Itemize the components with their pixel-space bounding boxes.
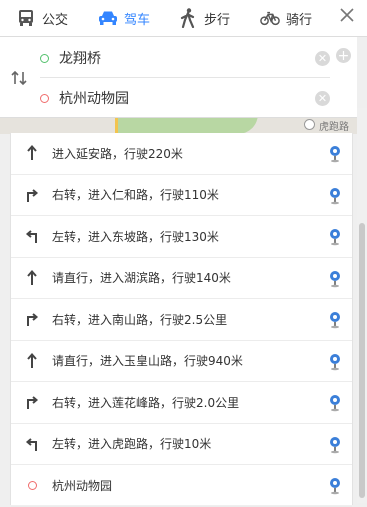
- tab-drive-label: 驾车: [124, 12, 151, 28]
- destination-icon: [22, 475, 42, 495]
- route-step-text: 左转，进入虎跑路，行驶10米: [52, 437, 212, 452]
- turn-left-icon: [22, 226, 42, 246]
- end-point-name: 杭州动物园: [59, 91, 129, 107]
- tab-walk[interactable]: 步行: [162, 0, 244, 36]
- turn-right-icon: [22, 309, 42, 329]
- map-road-label: 虎跑路: [319, 122, 349, 133]
- tab-walk-label: 步行: [204, 12, 231, 28]
- clear-icon: ✕: [317, 91, 328, 105]
- start-point-icon: [40, 53, 49, 63]
- route-step-text: 请直行，进入湖滨路，行驶140米: [52, 271, 231, 286]
- arrow-straight-icon: [22, 268, 42, 288]
- tab-bus-label: 公交: [42, 12, 69, 28]
- car-icon: [98, 8, 118, 28]
- plus-icon: +: [337, 47, 350, 64]
- close-button[interactable]: [337, 7, 357, 27]
- route-step-text: 右转，进入南山路，行驶2.5公里: [52, 312, 228, 327]
- route-step[interactable]: 请直行，进入湖滨路，行驶140米: [11, 258, 352, 299]
- route-step-text: 右转，进入仁和路，行驶110米: [52, 188, 219, 203]
- tab-bike[interactable]: 骑行: [244, 0, 330, 36]
- route-step[interactable]: 右转，进入莲花峰路，行驶2.0公里: [11, 382, 352, 424]
- turn-left-icon: [22, 434, 42, 454]
- turn-right-icon: [22, 392, 42, 412]
- swap-route-icon[interactable]: [10, 69, 28, 87]
- bike-icon: [260, 8, 280, 28]
- locate-on-map-icon[interactable]: [328, 435, 342, 455]
- route-step[interactable]: 左转，进入东坡路，行驶130米: [11, 216, 352, 258]
- locate-on-map-icon[interactable]: [328, 144, 342, 164]
- locate-on-map-icon[interactable]: [328, 269, 342, 289]
- route-step[interactable]: 进入延安路，行驶220米: [11, 133, 352, 175]
- scrollbar-thumb[interactable]: [359, 223, 365, 498]
- travel-mode-tabs: 公交 驾车 步行 骑行: [0, 0, 367, 37]
- route-step[interactable]: 左转，进入虎跑路，行驶10米: [11, 424, 352, 465]
- route-step-list: 进入延安路，行驶220米 右转，进入仁和路，行驶110米 左转，进入东坡路，行驶…: [10, 133, 353, 507]
- route-step-text: 进入延安路，行驶220米: [52, 146, 183, 161]
- clear-end-button[interactable]: ✕: [315, 90, 330, 106]
- arrow-straight-icon: [22, 351, 42, 371]
- walk-icon: [178, 8, 198, 28]
- end-point-icon: [40, 93, 49, 103]
- route-step-text: 请直行，进入玉皇山路，行驶940米: [52, 354, 243, 369]
- arrow-straight-icon: [22, 143, 42, 163]
- locate-on-map-icon[interactable]: [328, 310, 342, 330]
- route-step-text: 左转，进入东坡路，行驶130米: [52, 229, 219, 244]
- locate-on-map-icon[interactable]: [328, 352, 342, 372]
- tab-drive[interactable]: 驾车: [82, 0, 162, 36]
- tab-bike-label: 骑行: [286, 12, 313, 28]
- map-poi-marker: [304, 119, 315, 130]
- start-point-name: 龙翔桥: [59, 51, 101, 67]
- scrollbar[interactable]: [357, 108, 367, 503]
- bus-icon: [16, 8, 36, 28]
- close-icon: [339, 7, 355, 27]
- locate-on-map-icon[interactable]: [328, 227, 342, 247]
- turn-right-icon: [22, 185, 42, 205]
- route-step[interactable]: 请直行，进入玉皇山路，行驶940米: [11, 341, 352, 382]
- end-point-field[interactable]: 杭州动物园 ✕: [40, 79, 330, 117]
- locate-on-map-icon[interactable]: [328, 186, 342, 206]
- clear-icon: ✕: [317, 51, 328, 65]
- clear-start-button[interactable]: ✕: [315, 50, 330, 66]
- start-point-field[interactable]: 龙翔桥 ✕: [40, 39, 330, 78]
- route-input-panel: 龙翔桥 ✕ + 杭州动物园 ✕: [0, 37, 357, 118]
- locate-on-map-icon[interactable]: [328, 476, 342, 496]
- add-waypoint-button[interactable]: +: [336, 48, 351, 63]
- tab-bus[interactable]: 公交: [0, 0, 82, 36]
- route-step-destination[interactable]: 杭州动物园: [11, 465, 352, 507]
- locate-on-map-icon[interactable]: [328, 393, 342, 413]
- route-step-text: 杭州动物园: [52, 478, 113, 493]
- route-step[interactable]: 右转，进入仁和路，行驶110米: [11, 175, 352, 216]
- route-step-text: 右转，进入莲花峰路，行驶2.0公里: [52, 395, 240, 410]
- route-step[interactable]: 右转，进入南山路，行驶2.5公里: [11, 299, 352, 341]
